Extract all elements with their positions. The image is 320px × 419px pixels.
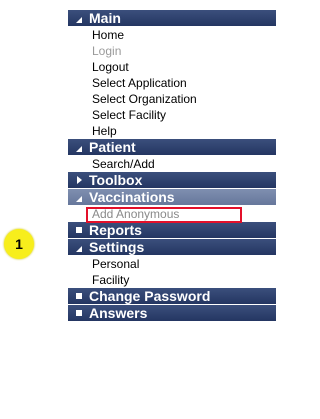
section-title: Settings: [89, 239, 145, 255]
menu-item-home[interactable]: Home: [68, 27, 276, 43]
expanded-triangle-icon: [72, 192, 86, 202]
section-header-change-password[interactable]: Change Password: [68, 288, 276, 304]
navigation-menu: Main Home Login Logout Select Applicatio…: [68, 10, 276, 322]
square-bullet-icon: [72, 310, 86, 316]
expanded-triangle-icon: [72, 13, 86, 23]
section-title: Patient: [89, 139, 136, 155]
section-header-main[interactable]: Main: [68, 10, 276, 26]
section-title: Vaccinations: [89, 189, 175, 205]
menu-item-personal[interactable]: Personal: [68, 256, 276, 272]
menu-item-select-facility[interactable]: Select Facility: [68, 107, 276, 123]
menu-item-help[interactable]: Help: [68, 123, 276, 139]
menu-item-logout[interactable]: Logout: [68, 59, 276, 75]
section-header-reports[interactable]: Reports: [68, 222, 276, 238]
collapsed-triangle-icon: [72, 176, 86, 184]
highlight-box: [86, 207, 242, 223]
menu-item-search-add[interactable]: Search/Add: [68, 156, 276, 172]
section-header-settings[interactable]: Settings: [68, 239, 276, 255]
section-title: Answers: [89, 305, 148, 321]
section-title: Change Password: [89, 288, 211, 304]
expanded-triangle-icon: [72, 242, 86, 252]
menu-item-select-application[interactable]: Select Application: [68, 75, 276, 91]
section-title: Reports: [89, 222, 142, 238]
menu-item-add-anonymous[interactable]: Add Anonymous: [68, 206, 276, 223]
menu-item-select-organization[interactable]: Select Organization: [68, 91, 276, 107]
callout-marker: 1: [4, 229, 34, 259]
menu-item-facility[interactable]: Facility: [68, 272, 276, 288]
section-header-vaccinations[interactable]: Vaccinations: [68, 189, 276, 205]
section-header-toolbox[interactable]: Toolbox: [68, 172, 276, 188]
section-header-patient[interactable]: Patient: [68, 139, 276, 155]
section-header-answers[interactable]: Answers: [68, 305, 276, 321]
square-bullet-icon: [72, 227, 86, 233]
square-bullet-icon: [72, 293, 86, 299]
expanded-triangle-icon: [72, 142, 86, 152]
section-title: Toolbox: [89, 172, 143, 188]
section-title: Main: [89, 10, 121, 26]
menu-item-login: Login: [92, 44, 122, 58]
